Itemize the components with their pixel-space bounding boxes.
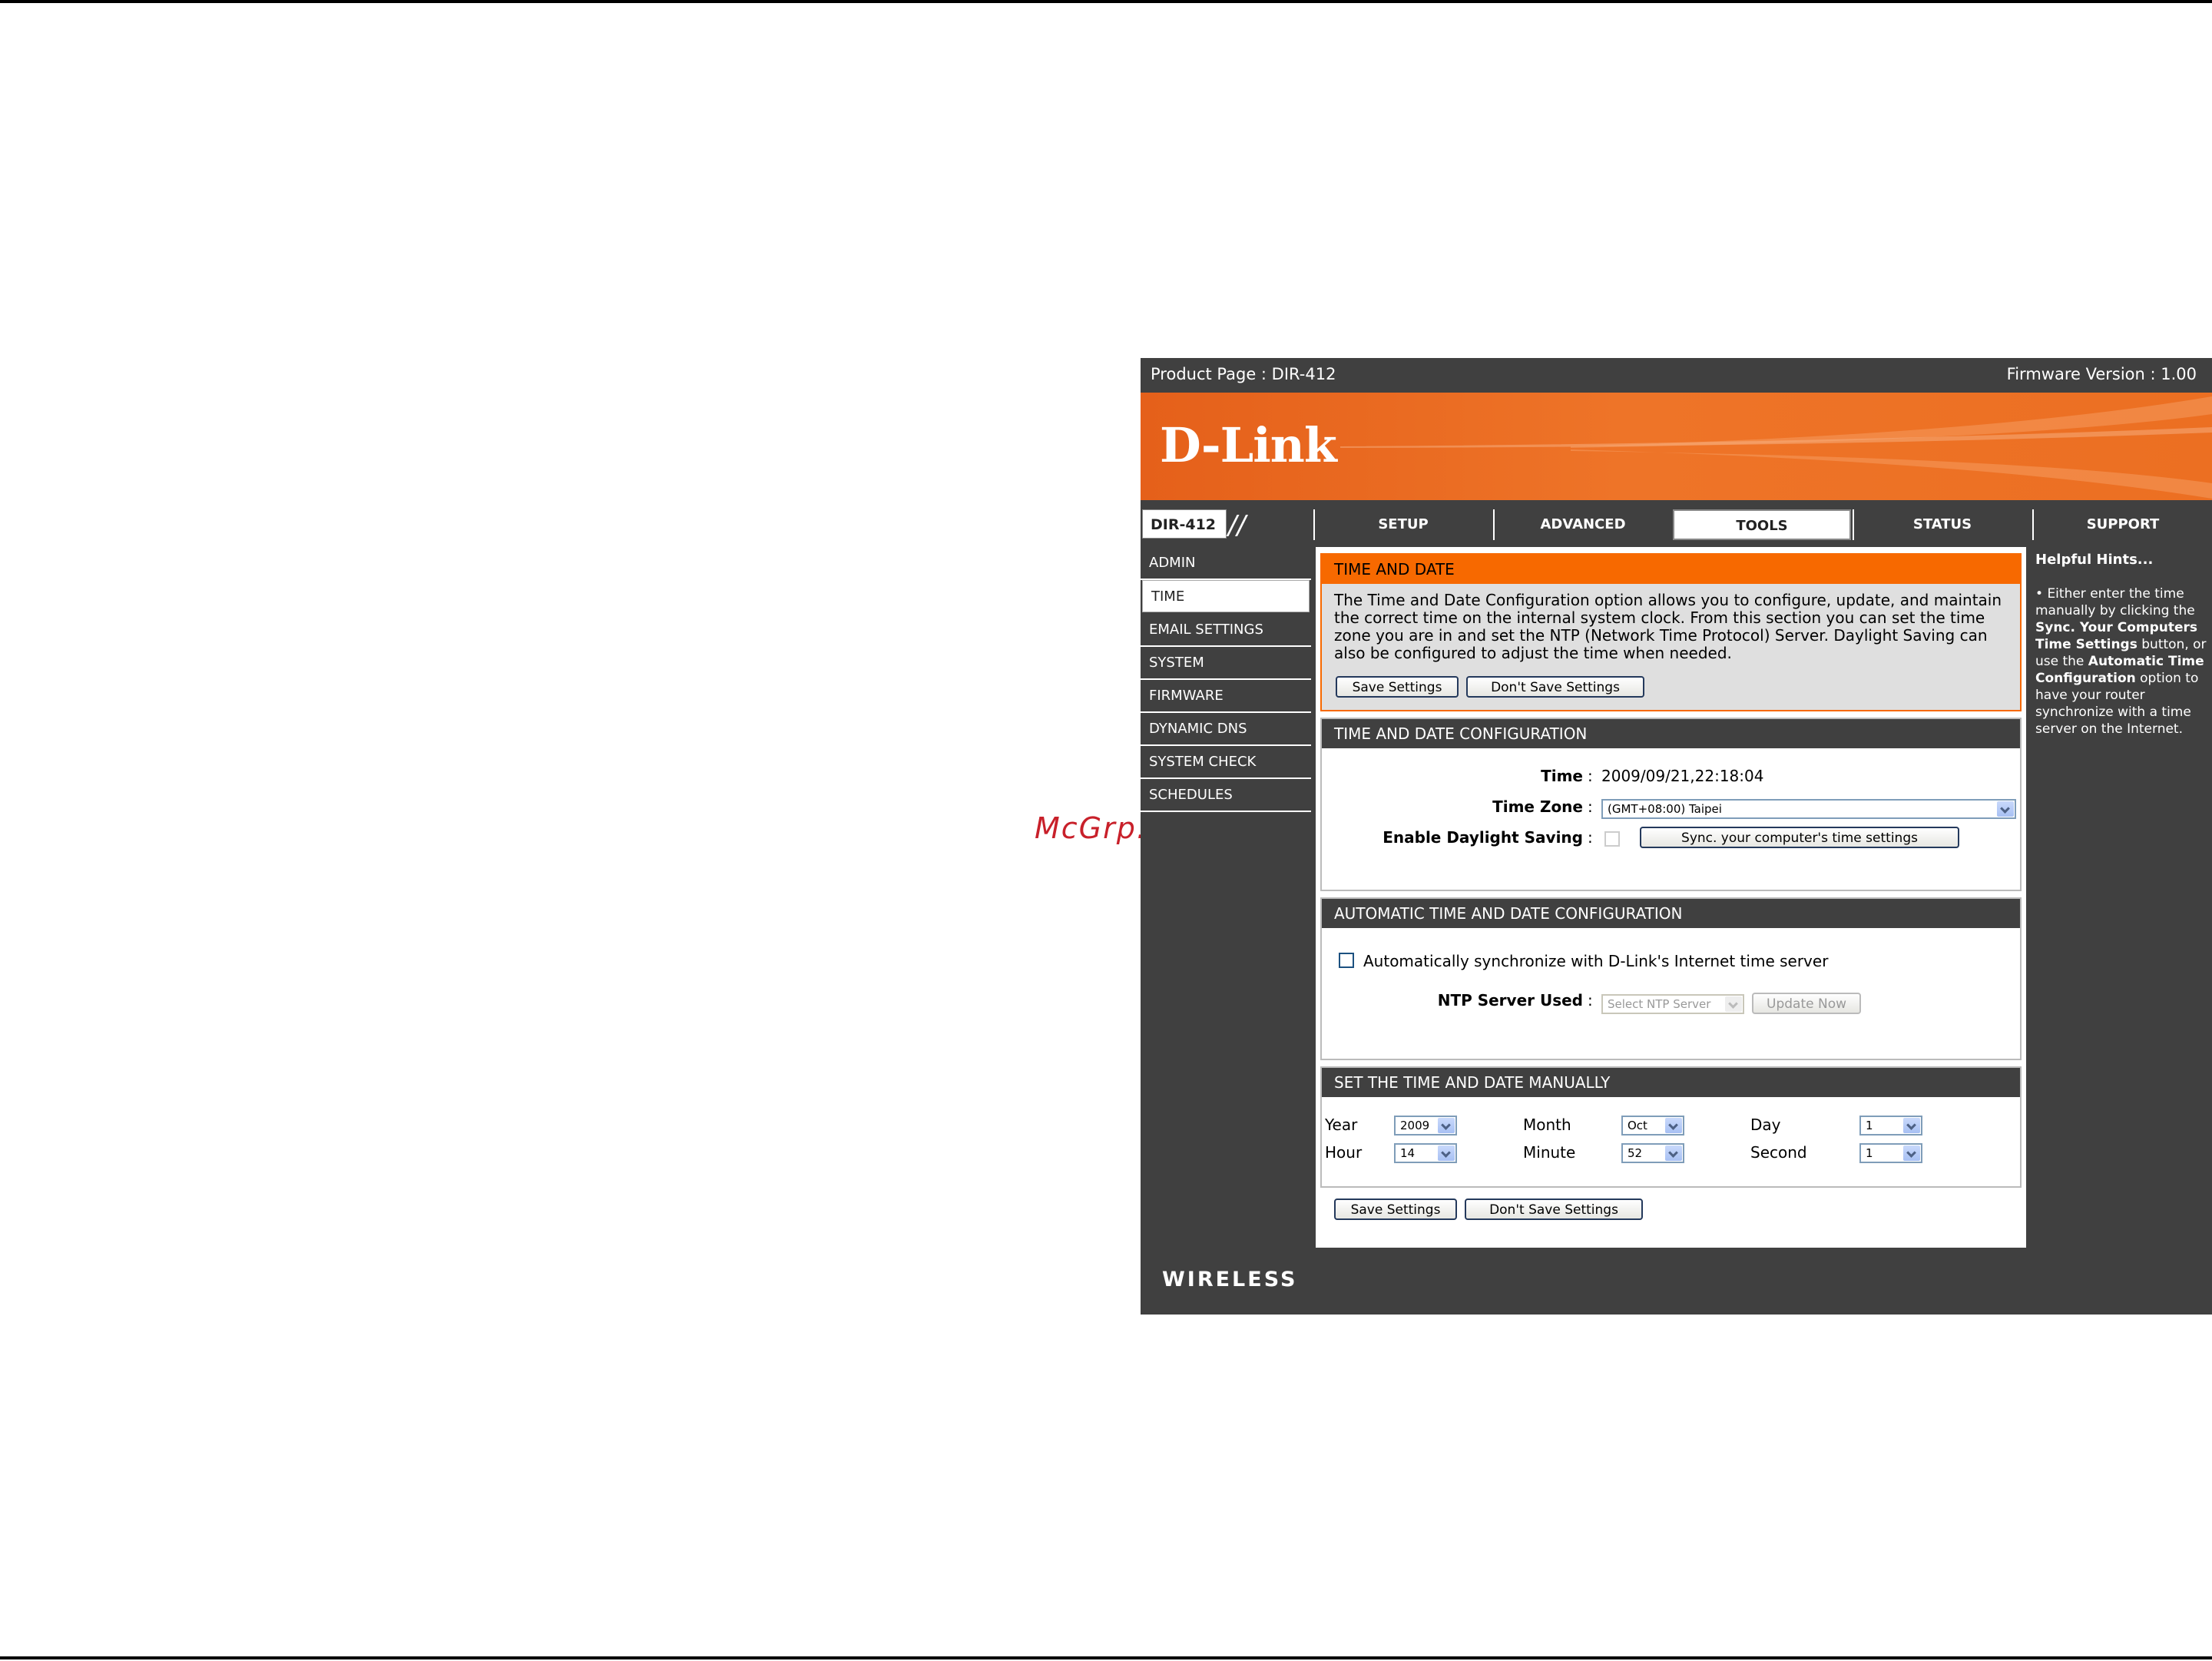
tab-advanced[interactable]: ADVANCED <box>1493 509 1671 540</box>
dlink-logo: D-Link <box>1160 417 1337 473</box>
bottom-dont-save-settings-button[interactable]: Don't Save Settings <box>1465 1199 1643 1220</box>
second-select[interactable]: 1 <box>1859 1143 1922 1163</box>
month-value: Oct <box>1628 1119 1647 1132</box>
model-badge: DIR-412 // <box>1142 509 1311 540</box>
second-label: Second <box>1750 1143 1807 1162</box>
auto-sync-checkbox[interactable] <box>1339 953 1354 968</box>
tab-tools[interactable]: TOOLS <box>1673 509 1851 540</box>
product-page-link[interactable]: Product Page : DIR-412 <box>1151 365 1336 383</box>
sidebar: ADMIN TIME EMAIL SETTINGS SYSTEM FIRMWAR… <box>1141 547 1311 812</box>
daylight-saving-label: Enable Daylight Saving <box>1382 828 1583 847</box>
time-colon: : <box>1588 767 1593 785</box>
time-zone-colon: : <box>1588 797 1593 816</box>
time-zone-label: Time Zone <box>1492 797 1583 816</box>
hour-select[interactable]: 14 <box>1394 1143 1457 1163</box>
auto-config-section: AUTOMATIC TIME AND DATE CONFIGURATION Au… <box>1320 897 2022 1060</box>
second-value: 1 <box>1866 1146 1873 1160</box>
chevron-down-icon <box>1903 1118 1920 1133</box>
chevron-down-icon <box>1438 1118 1455 1133</box>
chevron-down-icon <box>1665 1145 1682 1161</box>
minute-label: Minute <box>1523 1143 1576 1162</box>
tab-support[interactable]: SUPPORT <box>2032 509 2212 540</box>
year-value: 2009 <box>1400 1119 1430 1132</box>
month-label: Month <box>1523 1116 1571 1134</box>
ntp-server-label: NTP Server Used <box>1437 991 1583 1010</box>
top-bar: Product Page : DIR-412 Firmware Version … <box>1141 358 2212 390</box>
main-nav: DIR-412 // SETUP ADVANCED TOOLS STATUS S… <box>1141 506 2212 542</box>
day-value: 1 <box>1866 1119 1873 1132</box>
update-now-button[interactable]: Update Now <box>1752 993 1861 1014</box>
helpful-hints-panel: Helpful Hints... • Either enter the time… <box>2031 547 2212 1248</box>
sidebar-item-firmware[interactable]: FIRMWARE <box>1141 680 1311 713</box>
daylight-saving-checkbox[interactable] <box>1604 831 1620 847</box>
chevron-down-icon <box>1997 801 2014 817</box>
day-label: Day <box>1750 1116 1781 1134</box>
ntp-server-colon: : <box>1588 991 1593 1010</box>
minute-select[interactable]: 52 <box>1621 1143 1684 1163</box>
chevron-down-icon <box>1438 1145 1455 1161</box>
dont-save-settings-button[interactable]: Don't Save Settings <box>1466 676 1644 698</box>
chevron-down-icon <box>1665 1118 1682 1133</box>
year-select[interactable]: 2009 <box>1394 1116 1457 1136</box>
time-label: Time <box>1541 767 1583 785</box>
ntp-server-placeholder: Select NTP Server <box>1608 997 1711 1011</box>
hints-title: Helpful Hints... <box>2035 552 2154 568</box>
minute-value: 52 <box>1628 1146 1643 1160</box>
sidebar-item-dynamic-dns[interactable]: DYNAMIC DNS <box>1141 713 1311 746</box>
wireless-logo: WIRELESS <box>1162 1268 1298 1291</box>
save-settings-button[interactable]: Save Settings <box>1336 676 1459 698</box>
hour-label: Hour <box>1325 1143 1363 1162</box>
main-content: TIME AND DATE The Time and Date Configur… <box>1316 547 2026 1248</box>
sidebar-item-system-check[interactable]: SYSTEM CHECK <box>1141 746 1311 779</box>
tab-setup[interactable]: SETUP <box>1313 509 1492 540</box>
auto-config-title: AUTOMATIC TIME AND DATE CONFIGURATION <box>1322 899 2020 928</box>
firmware-version: Firmware Version : 1.00 <box>2006 365 2197 383</box>
intro-title: TIME AND DATE <box>1322 555 2020 584</box>
month-select[interactable]: Oct <box>1621 1116 1684 1136</box>
hour-value: 14 <box>1400 1146 1416 1160</box>
intro-section: TIME AND DATE The Time and Date Configur… <box>1320 553 2022 711</box>
auto-sync-label: Automatically synchronize with D-Link's … <box>1363 952 1829 970</box>
sidebar-item-admin[interactable]: ADMIN <box>1141 547 1311 580</box>
hints-body: • Either enter the time manually by clic… <box>2035 586 2207 737</box>
sidebar-item-system[interactable]: SYSTEM <box>1141 647 1311 680</box>
time-zone-value: (GMT+08:00) Taipei <box>1608 802 1722 816</box>
manual-config-section: SET THE TIME AND DATE MANUALLY Year 2009… <box>1320 1066 2022 1188</box>
tab-status[interactable]: STATUS <box>1853 509 2031 540</box>
sync-computer-time-button[interactable]: Sync. your computer's time settings <box>1640 827 1959 848</box>
time-config-title: TIME AND DATE CONFIGURATION <box>1322 719 2020 748</box>
router-admin-page: Product Page : DIR-412 Firmware Version … <box>1141 358 2212 1315</box>
footer: WIRELESS <box>1141 1249 2212 1315</box>
daylight-saving-colon: : <box>1588 828 1593 847</box>
ntp-server-select[interactable]: Select NTP Server <box>1601 994 1744 1014</box>
chevron-down-icon <box>1903 1145 1920 1161</box>
sidebar-item-time[interactable]: TIME <box>1142 580 1310 612</box>
chevron-down-icon <box>1725 996 1742 1012</box>
top-rule <box>0 0 2212 3</box>
bottom-save-settings-button[interactable]: Save Settings <box>1334 1199 1457 1220</box>
sidebar-item-schedules[interactable]: SCHEDULES <box>1141 779 1311 812</box>
time-value: 2009/09/21,22:18:04 <box>1601 767 1764 785</box>
time-zone-select[interactable]: (GMT+08:00) Taipei <box>1601 799 2016 819</box>
day-select[interactable]: 1 <box>1859 1116 1922 1136</box>
year-label: Year <box>1325 1116 1358 1134</box>
bottom-rule <box>0 1656 2212 1659</box>
sidebar-item-email-settings[interactable]: EMAIL SETTINGS <box>1141 614 1311 647</box>
intro-text: The Time and Date Configuration option a… <box>1334 591 2002 662</box>
banner: D-Link <box>1141 393 2212 500</box>
time-config-section: TIME AND DATE CONFIGURATION Time : 2009/… <box>1320 718 2022 891</box>
manual-config-title: SET THE TIME AND DATE MANUALLY <box>1322 1068 2020 1097</box>
hints-text-1: Either enter the time manually by clicki… <box>2035 586 2195 618</box>
model-name: DIR-412 <box>1142 509 1227 539</box>
model-slashes-icon: // <box>1228 510 1246 541</box>
